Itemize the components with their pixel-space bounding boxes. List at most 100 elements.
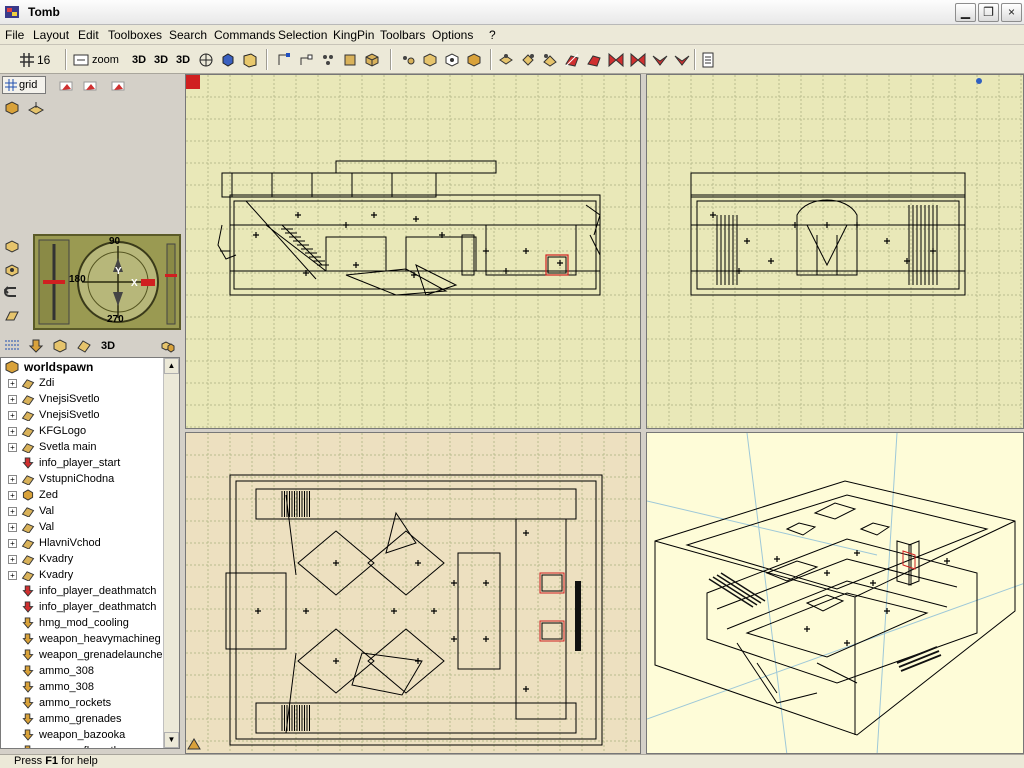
view-3d-button-b[interactable]: 3D: [151, 50, 171, 69]
tree-item[interactable]: + VnejsiSvetlo: [1, 391, 163, 407]
tree-expand-icon[interactable]: +: [8, 442, 17, 452]
tree-expand-icon[interactable]: +: [8, 426, 17, 436]
menu-toolboxes[interactable]: Toolboxes: [108, 28, 162, 42]
view-3d-button-a[interactable]: 3D: [129, 50, 149, 69]
menu-options[interactable]: Options: [432, 28, 473, 42]
edge-tool-button[interactable]: [296, 50, 316, 69]
tree-item[interactable]: info_player_deathmatch: [1, 599, 163, 615]
cube-button[interactable]: [362, 50, 382, 69]
grid-toggle-button[interactable]: grid: [2, 76, 46, 94]
restore-button[interactable]: ❐: [978, 3, 999, 22]
tree-expand-icon[interactable]: +: [8, 522, 17, 532]
group-button[interactable]: [398, 50, 418, 69]
clipper-button[interactable]: [318, 50, 338, 69]
menu-search[interactable]: Search: [169, 28, 207, 42]
undo-view-button[interactable]: [2, 282, 22, 301]
tree-expand-icon[interactable]: +: [8, 570, 17, 580]
brush-button[interactable]: [340, 50, 360, 69]
tree-item[interactable]: weapon_grenadelaunche: [1, 647, 163, 663]
tree-scrollbar[interactable]: ▲ ▼: [163, 358, 179, 748]
snap-a-button[interactable]: [56, 76, 76, 95]
tree-expand-icon[interactable]: +: [8, 410, 17, 420]
snap-c-button[interactable]: [108, 76, 128, 95]
tree-expand-icon[interactable]: +: [8, 394, 17, 404]
tree-item[interactable]: weapon_flamethrower: [1, 743, 163, 748]
tree-item[interactable]: ammo_grenades: [1, 711, 163, 727]
tree-item[interactable]: hmg_mod_cooling: [1, 615, 163, 631]
tree-expand-icon[interactable]: +: [8, 378, 17, 388]
tree-tab-3d[interactable]: 3D: [98, 336, 118, 355]
tree-item[interactable]: + Val: [1, 519, 163, 535]
menu-help[interactable]: ?: [489, 28, 496, 42]
plane-view-button[interactable]: [2, 306, 22, 325]
tree-item[interactable]: + Kvadry: [1, 551, 163, 567]
tree-item[interactable]: + Val: [1, 503, 163, 519]
top-view-canvas[interactable]: [186, 433, 641, 754]
viewport-side[interactable]: [646, 74, 1024, 429]
tree-item[interactable]: + VstupniChodna: [1, 471, 163, 487]
menu-kingpin[interactable]: KingPin: [333, 28, 374, 42]
rotate-z-button[interactable]: [672, 50, 692, 69]
compass-widget[interactable]: 90 180 270 Y X: [33, 234, 181, 330]
cube-face-button[interactable]: [442, 50, 462, 69]
tree-item[interactable]: + HlavniVchod: [1, 535, 163, 551]
viewport-divider-v[interactable]: [641, 74, 646, 754]
cube-solid-button[interactable]: [464, 50, 484, 69]
mirror-z-button[interactable]: [650, 50, 670, 69]
viewport-top[interactable]: [185, 432, 641, 754]
grid-size-button[interactable]: 16: [20, 50, 60, 69]
tree-expand-icon[interactable]: +: [8, 554, 17, 564]
tree-tab-face[interactable]: [74, 336, 94, 355]
scale-button[interactable]: [540, 50, 560, 69]
front-view-canvas[interactable]: [186, 75, 641, 429]
perspective-view-canvas[interactable]: [647, 433, 1024, 754]
tree-item[interactable]: + VnejsiSvetlo: [1, 407, 163, 423]
tree-expand-icon[interactable]: +: [8, 490, 17, 500]
tree-item[interactable]: ammo_308: [1, 679, 163, 695]
scroll-down-button[interactable]: ▼: [164, 732, 179, 748]
viewport-divider-h[interactable]: [185, 429, 1024, 432]
tree-item[interactable]: info_player_deathmatch: [1, 583, 163, 599]
view-3d-button-c[interactable]: 3D: [173, 50, 193, 69]
document-button[interactable]: [698, 50, 718, 69]
menu-file[interactable]: File: [5, 28, 24, 42]
cube-tool-button[interactable]: [2, 98, 22, 117]
menu-edit[interactable]: Edit: [78, 28, 99, 42]
menu-selection[interactable]: Selection: [278, 28, 327, 42]
mirror-y-button[interactable]: [628, 50, 648, 69]
flip-y-button[interactable]: [584, 50, 604, 69]
rotate-button[interactable]: [496, 50, 516, 69]
side-tool-b-button[interactable]: [2, 260, 22, 279]
viewport-front[interactable]: [185, 74, 641, 429]
tree-item[interactable]: info_player_start: [1, 455, 163, 471]
tree-item[interactable]: + Svetla main: [1, 439, 163, 455]
tree-tab-list[interactable]: [2, 336, 22, 355]
plane-tool-button[interactable]: [26, 98, 46, 117]
mirror-x-button[interactable]: [606, 50, 626, 69]
scroll-up-button[interactable]: ▲: [164, 358, 179, 374]
tree-tab-brush[interactable]: [50, 336, 70, 355]
tree-item[interactable]: + Zed: [1, 487, 163, 503]
close-button[interactable]: ×: [1001, 3, 1022, 22]
tree-item[interactable]: + Kvadry: [1, 567, 163, 583]
tree-tab-entity[interactable]: [26, 336, 46, 355]
flip-x-button[interactable]: [562, 50, 582, 69]
wire-sphere-button[interactable]: [196, 50, 216, 69]
tree-item[interactable]: weapon_heavymachineg: [1, 631, 163, 647]
tree-item[interactable]: weapon_bazooka: [1, 727, 163, 743]
tree-expand-icon[interactable]: +: [8, 506, 17, 516]
tree-expand-icon[interactable]: +: [8, 538, 17, 548]
snap-b-button[interactable]: [80, 76, 100, 95]
tree-item[interactable]: + KFGLogo: [1, 423, 163, 439]
move-button[interactable]: [518, 50, 538, 69]
tree-tab-cubes[interactable]: [158, 336, 178, 355]
zoom-button[interactable]: zoom: [73, 50, 125, 69]
book-button[interactable]: [240, 50, 260, 69]
cube-select-button[interactable]: [420, 50, 440, 69]
entity-tree[interactable]: worldspawn + Zdi + VnejsiSvetlo + VnejsiSvetl…: [0, 357, 180, 749]
menu-toolbars[interactable]: Toolbars: [380, 28, 425, 42]
minimize-button[interactable]: ▁: [955, 3, 976, 22]
menu-commands[interactable]: Commands: [214, 28, 275, 42]
texture-button[interactable]: [218, 50, 238, 69]
tree-item[interactable]: + Zdi: [1, 375, 163, 391]
